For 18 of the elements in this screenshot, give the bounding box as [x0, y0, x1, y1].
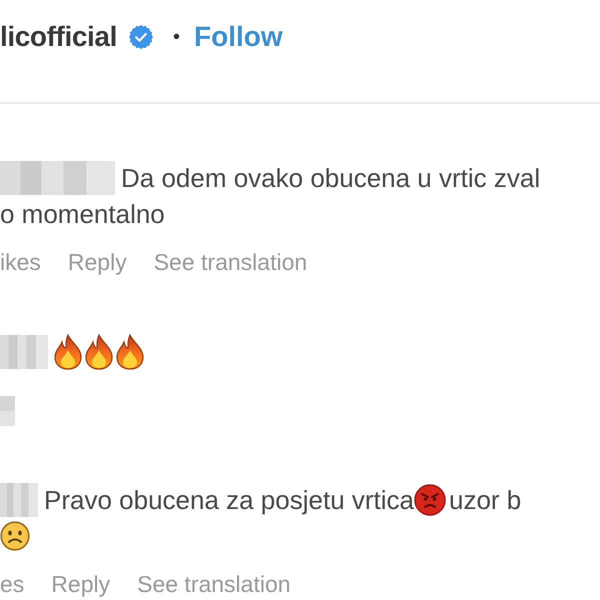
comment-text: uzor b: [449, 484, 522, 516]
separator-dot: •: [172, 27, 180, 47]
comment-text: Pravo obucena za posjetu vrtica: [44, 484, 414, 516]
likes-link[interactable]: ikes: [0, 249, 41, 277]
see-translation-link[interactable]: See translation: [137, 571, 291, 599]
reply-link[interactable]: Reply: [68, 249, 127, 277]
fire-emoji-icon: [116, 334, 144, 370]
username-link[interactable]: licofficial: [0, 20, 117, 54]
follow-button[interactable]: Follow: [194, 20, 283, 54]
angry-face-emoji-icon: [414, 484, 446, 516]
comment-text: Da odem ovako obucena u vrtic zval: [121, 162, 540, 194]
frowning-face-emoji-icon: [0, 521, 30, 551]
comment-text: o momentalno: [0, 198, 165, 230]
fire-emoji-icon: [54, 334, 82, 370]
fire-emoji-icon: [85, 334, 113, 370]
likes-link[interactable]: es: [0, 571, 24, 599]
reply-link[interactable]: Reply: [51, 571, 110, 599]
see-translation-link[interactable]: See translation: [154, 249, 308, 277]
